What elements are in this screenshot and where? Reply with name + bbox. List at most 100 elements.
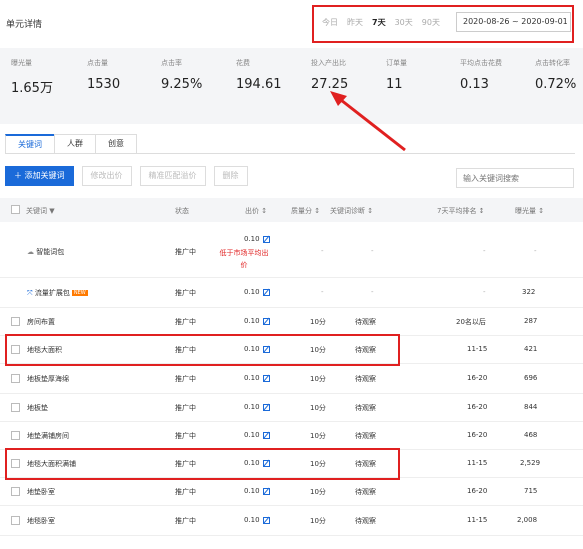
stat-label: 点击量 [87,59,108,67]
tab-divider [5,153,575,154]
select-all-checkbox[interactable] [11,205,20,214]
stat-impressions: 曝光量 1.65万 [11,58,53,96]
status-cell: 推广中 [175,289,196,297]
row-checkbox[interactable] [11,516,20,525]
bid-cell[interactable]: 0.10 [244,487,270,495]
status-cell: 推广中 [175,404,196,412]
stat-roi: 投入产出比 27.25 [311,58,348,92]
diagnosis-cell[interactable]: 待观察 [355,403,376,413]
stat-orders: 订单量 11 [386,58,407,92]
tab-keywords[interactable]: 关键词 [5,134,55,154]
rank-cell: 16-20 [467,487,488,495]
status-cell: 推广中 [175,248,196,256]
row-checkbox[interactable] [11,374,20,383]
keyword-cell: ☁ 智能词包 [27,248,65,256]
toolbar: ＋ 添加关键词 修改出价 精准匹配溢价 删除 [5,166,248,186]
diagnosis-cell[interactable]: 待观察 [355,516,376,526]
rank-cell: 11-15 [467,345,488,353]
exact-match-bid-button[interactable]: 精准匹配溢价 [139,166,206,186]
bid-cell[interactable]: 0.10 [244,288,270,296]
stat-label: 投入产出比 [311,59,346,67]
rank-cell: 16-20 [467,374,488,382]
stat-cvr: 点击转化率 0.72% [535,58,576,92]
stat-value: 0.72% [535,77,577,92]
row-checkbox[interactable] [11,317,20,326]
impressions-cell: 322 [522,288,536,296]
edit-icon[interactable] [262,403,270,411]
column-status: 状态 [175,207,189,215]
table-header: 关键词 ▼ 状态 出价 ↕ 质量分 ↕ 关键词诊断 ↕ 7天平均排名 ↕ 曝光量… [0,198,583,222]
keyword-cell: 地毯卧室 [27,517,55,525]
edit-icon[interactable] [262,431,270,439]
diagnosis-cell: - [371,247,374,255]
status-cell: 推广中 [175,517,196,525]
bid-cell[interactable]: 0.10 [244,403,270,411]
impressions-cell: 421 [524,345,538,353]
row-checkbox[interactable] [11,403,20,412]
row-checkbox[interactable] [11,487,20,496]
tab-bar: 关键词 人群 创意 [5,134,137,154]
table-row: 地垫卧室 推广中 0.10 10分 待观察 16-20 715 [0,478,583,506]
stat-value: 0.13 [460,77,489,92]
edit-icon[interactable] [262,317,270,325]
stat-clicks: 点击量 1530 [87,58,120,92]
diagnosis-cell[interactable]: 待观察 [355,487,376,497]
keyword-search-input[interactable] [456,168,574,188]
diagnosis-cell: - [371,288,374,296]
stat-ctr: 点击率 9.25% [161,58,202,92]
impressions-cell: 844 [524,403,538,411]
highlight-box-date [312,5,574,43]
diagnosis-cell[interactable]: 待观察 [355,431,376,441]
impressions-cell: - [534,247,537,255]
stat-value: 11 [386,77,403,92]
edit-icon[interactable] [262,487,270,495]
edit-icon[interactable] [262,288,270,296]
column-diagnosis[interactable]: 关键词诊断 ↕ [330,206,373,216]
impressions-cell: 715 [524,487,538,495]
add-keyword-button[interactable]: ＋ 添加关键词 [5,166,74,186]
quality-cell: 10分 [310,375,326,383]
bid-cell[interactable]: 0.10 [244,516,270,524]
quality-cell: 10分 [310,517,326,525]
keyword-cell: 地板垫厚海绵 [27,375,69,383]
table-row: 地板垫 推广中 0.10 10分 待观察 16-20 844 [0,394,583,422]
tab-audience[interactable]: 人群 [54,134,96,154]
smart-package-icon: ☁ [27,248,37,256]
stat-label: 点击率 [161,59,182,67]
quality-cell: 10分 [310,318,326,326]
delete-button[interactable]: 删除 [213,166,248,186]
stat-label: 点击转化率 [535,59,570,67]
stat-avg-cpc: 平均点击花费 0.13 [460,58,502,92]
row-checkbox[interactable] [11,431,20,440]
quality-cell: 10分 [310,432,326,440]
edit-icon[interactable] [262,516,270,524]
edit-icon[interactable] [262,374,270,382]
keyword-cell: 地垫卧室 [27,488,55,496]
table-row: ☁ 智能词包 推广中 0.10 低于市场平均出价 - - - - [0,222,583,278]
column-bid[interactable]: 出价 ↕ [245,206,267,216]
tab-creative[interactable]: 创意 [95,134,137,154]
edit-icon[interactable] [262,235,270,243]
bid-cell[interactable]: 0.10 [244,431,270,439]
bid-cell[interactable]: 0.10 [244,317,270,325]
column-quality[interactable]: 质量分 ↕ [291,206,320,216]
stat-cost: 花费 194.61 [236,58,282,92]
column-keyword[interactable]: 关键词 ▼ [26,206,55,216]
diagnosis-cell[interactable]: 待观察 [355,317,376,327]
diagnosis-cell[interactable]: 待观察 [355,374,376,384]
rank-cell: - [483,288,486,296]
status-cell: 推广中 [175,488,196,496]
table-row: ⤧ 流量扩展包 NEW 推广中 0.10 - - - 322 [0,278,583,308]
status-cell: 推广中 [175,375,196,383]
column-impressions[interactable]: 曝光量 ↕ [515,206,544,216]
impressions-cell: 468 [524,431,538,439]
modify-bid-button[interactable]: 修改出价 [81,166,132,186]
table-row: 地毯卧室 推广中 0.10 10分 待观察 11-15 2,008 [0,506,583,536]
stat-value: 27.25 [311,77,349,92]
column-rank[interactable]: 7天平均排名 ↕ [437,206,485,216]
keyword-cell: 房间布置 [27,318,55,326]
bid-cell[interactable]: 0.10 [244,374,270,382]
rank-cell: 20名以后 [456,318,486,326]
bid-cell[interactable]: 0.10 [244,235,270,243]
keyword-cell: 地板垫 [27,404,48,412]
